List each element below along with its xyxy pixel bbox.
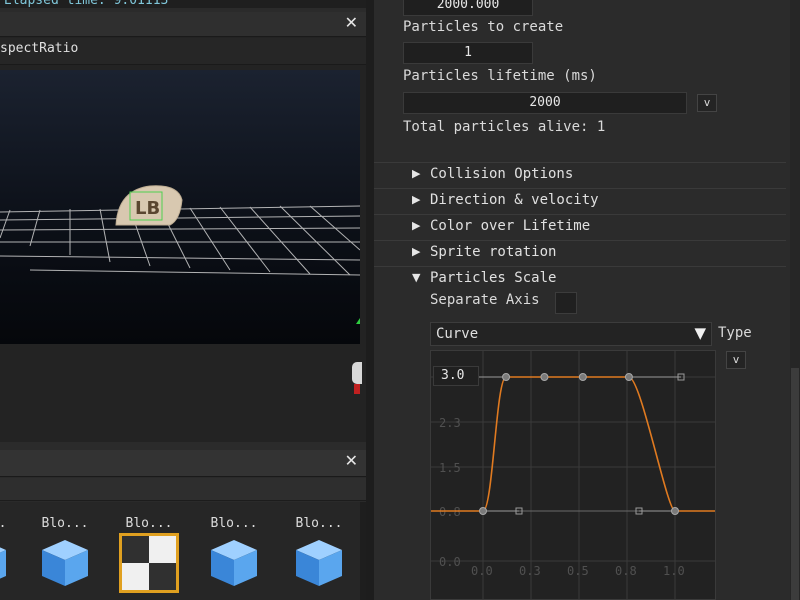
view-gizmo-icon[interactable] bbox=[352, 362, 362, 384]
divider-line bbox=[374, 214, 786, 215]
section-label: Particles Scale bbox=[430, 270, 557, 286]
lifetime-options-button[interactable]: v bbox=[697, 94, 717, 112]
x-tick-label: 0.8 bbox=[615, 564, 637, 578]
checker-texture-icon bbox=[119, 533, 179, 593]
viewport-canvas: LB bbox=[0, 185, 360, 324]
elapsed-time-strip: Elapsed time: 9.01113 bbox=[0, 0, 366, 8]
particles-lifetime-field[interactable]: 2000 bbox=[403, 92, 687, 114]
curve-keypoint bbox=[540, 373, 549, 381]
x-tick-label: 1.0 bbox=[663, 564, 685, 578]
curve-keypoint bbox=[502, 373, 511, 381]
x-tick-label: 0.0 bbox=[471, 564, 493, 578]
ground-grid bbox=[0, 205, 360, 276]
divider-line bbox=[374, 240, 786, 241]
section-sprite-rotation[interactable]: ▶ Sprite rotation bbox=[374, 242, 786, 268]
scale-curve-editor[interactable]: 2.3 1.5 0.8 0.0 0.0 0.3 0.5 0.8 1.0 3.0 bbox=[430, 350, 716, 600]
curve-keypoint bbox=[578, 373, 587, 381]
scene-window: ✕ spectRatio LB bbox=[0, 12, 366, 442]
aspect-ratio-label[interactable]: spectRatio bbox=[0, 41, 78, 56]
section-label: Sprite rotation bbox=[430, 244, 557, 260]
assets-window: ✕ Blo... Blo... Blo... Blo... bbox=[0, 450, 366, 600]
emission-rate-field[interactable]: 2000.000 bbox=[403, 0, 533, 16]
asset-name: Blo... bbox=[295, 516, 343, 531]
type-label: Type bbox=[718, 325, 752, 341]
view-gizmo-axis-icon bbox=[354, 384, 360, 394]
curve-keypoint bbox=[624, 373, 633, 381]
divider-line bbox=[374, 188, 786, 189]
asset-item[interactable]: Blo... bbox=[199, 502, 269, 600]
section-collision-options[interactable]: ▶ Collision Options bbox=[374, 164, 786, 190]
y-tick-label: 2.3 bbox=[439, 416, 461, 430]
inspector-scrollbar[interactable] bbox=[790, 0, 800, 600]
chevron-right-icon: ▶ bbox=[412, 219, 421, 232]
type-options-button[interactable]: v bbox=[726, 351, 746, 369]
elapsed-time-text: Elapsed time: 9.01113 bbox=[4, 0, 169, 8]
billboard-text: LB bbox=[135, 198, 160, 219]
chevron-down-icon: ▼ bbox=[412, 271, 421, 284]
asset-name: Blo... bbox=[210, 516, 258, 531]
separate-axis-checkbox[interactable] bbox=[555, 292, 577, 314]
x-tick-label: 0.5 bbox=[567, 564, 589, 578]
divider-line bbox=[374, 162, 786, 163]
assets-path-bar bbox=[0, 478, 366, 501]
curve-plot: 2.3 1.5 0.8 0.0 0.0 0.3 0.5 0.8 1.0 bbox=[431, 351, 715, 599]
section-direction-velocity[interactable]: ▶ Direction & velocity bbox=[374, 190, 786, 216]
section-particles-scale[interactable]: ▼ Particles Scale bbox=[374, 268, 786, 294]
asset-item[interactable]: Blo... bbox=[284, 502, 354, 600]
cube-icon bbox=[0, 547, 6, 579]
asset-name: Blo... bbox=[41, 516, 89, 531]
dropdown-value: Curve bbox=[436, 326, 479, 342]
curve-keypoint bbox=[479, 507, 487, 515]
asset-item-selected[interactable]: Blo... bbox=[114, 502, 184, 600]
asset-name: Blo... bbox=[0, 516, 18, 531]
scene-titlebar[interactable]: ✕ bbox=[0, 12, 366, 37]
section-color-over-lifetime[interactable]: ▶ Color over Lifetime bbox=[374, 216, 786, 242]
asset-item[interactable]: Blo... bbox=[30, 502, 100, 600]
y-tick-label: 1.5 bbox=[439, 461, 461, 475]
asset-name: Blo... bbox=[125, 516, 173, 531]
asset-item[interactable]: Blo... bbox=[0, 502, 18, 600]
particles-to-create-field[interactable]: 1 bbox=[403, 42, 533, 64]
scale-curve-line bbox=[431, 376, 715, 512]
curve-keypoint bbox=[671, 507, 679, 515]
section-label: Color over Lifetime bbox=[430, 218, 591, 234]
cube-icon bbox=[211, 540, 257, 586]
chevron-down-icon: ▼ bbox=[694, 324, 706, 342]
particle-inspector: 2000.000 Particles to create 1 Particles… bbox=[374, 0, 800, 600]
particles-to-create-label: Particles to create bbox=[403, 19, 564, 35]
assets-grid: Blo... Blo... Blo... Blo... bbox=[0, 502, 360, 600]
scene-toolbar: spectRatio bbox=[0, 38, 366, 65]
axis-gizmo-green bbox=[356, 318, 360, 324]
chevron-right-icon: ▶ bbox=[412, 245, 421, 258]
y-tick-label: 0.8 bbox=[439, 505, 461, 519]
panel-divider[interactable] bbox=[366, 0, 374, 600]
cube-icon bbox=[42, 540, 88, 586]
separate-axis-label: Separate Axis bbox=[430, 292, 540, 308]
y-max-label: 3.0 bbox=[433, 366, 479, 386]
inspector-scrollbar-thumb[interactable] bbox=[791, 368, 799, 600]
chevron-right-icon: ▶ bbox=[412, 167, 421, 180]
assets-titlebar[interactable]: ✕ bbox=[0, 450, 366, 477]
particles-lifetime-label: Particles lifetime (ms) bbox=[403, 68, 597, 84]
particle-billboard[interactable]: LB bbox=[115, 185, 183, 226]
x-tick-label: 0.3 bbox=[519, 564, 541, 578]
divider-line bbox=[374, 266, 786, 267]
close-icon[interactable]: ✕ bbox=[345, 13, 358, 32]
total-particles-alive-text: Total particles alive: 1 bbox=[403, 119, 606, 135]
section-label: Direction & velocity bbox=[430, 192, 599, 208]
section-label: Collision Options bbox=[430, 166, 574, 182]
chevron-right-icon: ▶ bbox=[412, 193, 421, 206]
scene-viewport[interactable]: LB bbox=[0, 70, 360, 344]
y-tick-label: 0.0 bbox=[439, 555, 461, 569]
close-icon[interactable]: ✕ bbox=[345, 451, 358, 470]
cube-icon bbox=[296, 540, 342, 586]
scale-type-dropdown[interactable]: Curve ▼ bbox=[430, 322, 712, 346]
